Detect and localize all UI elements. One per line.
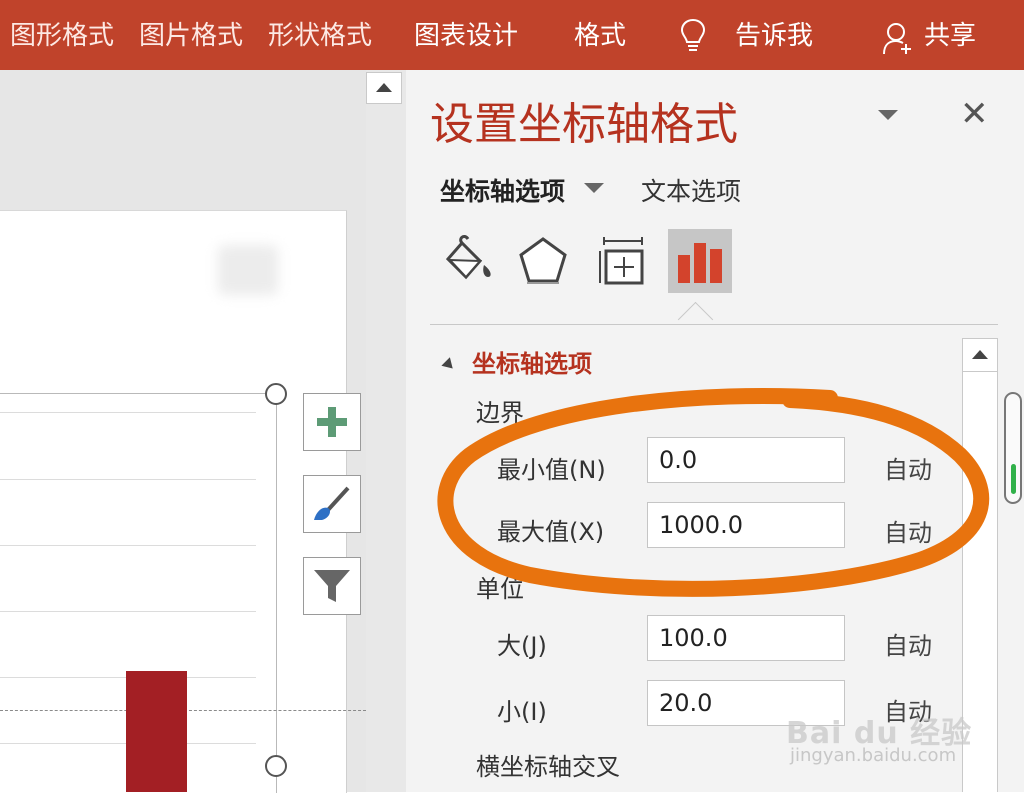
section-axis-options[interactable]: 坐标轴选项 <box>441 344 592 379</box>
pane-scroll-up-button[interactable] <box>962 338 998 372</box>
maximum-label: 最大值(X) <box>497 518 605 546</box>
minor-unit-label: 小(I) <box>497 698 547 726</box>
arrow-up-icon <box>972 350 988 360</box>
resize-handle-top-right[interactable] <box>265 383 287 405</box>
minimum-auto-button[interactable]: 自动 <box>884 450 932 485</box>
tab-chart-design[interactable]: 图表设计 <box>414 0 518 70</box>
major-unit-input[interactable] <box>647 615 845 661</box>
pane-divider <box>430 324 998 325</box>
maximum-auto-button[interactable]: 自动 <box>884 513 932 548</box>
units-label: 单位 <box>476 575 524 603</box>
horizontal-axis-crosses-label: 横坐标轴交叉 <box>476 753 620 781</box>
share-button[interactable]: 共享 <box>924 0 976 70</box>
tab-picture-format[interactable]: 图片格式 <box>139 0 243 70</box>
gridline <box>0 611 256 612</box>
section-title: 坐标轴选项 <box>472 350 592 378</box>
axis-options-button[interactable] <box>668 229 732 293</box>
outer-scrollbar[interactable] <box>1004 392 1022 504</box>
chevron-down-icon[interactable] <box>584 183 604 193</box>
watermark-url: jingyan.baidu.com <box>790 745 957 766</box>
tell-me-label[interactable]: 告诉我 <box>735 0 813 70</box>
resize-handle-right[interactable] <box>265 755 287 777</box>
tab-graphics-format[interactable]: 图形格式 <box>10 0 114 70</box>
effects-button[interactable] <box>511 229 575 293</box>
filter-icon <box>314 570 350 602</box>
tab-axis-options[interactable]: 坐标轴选项 <box>440 172 565 208</box>
chart-filters-button[interactable] <box>303 557 361 615</box>
tab-shape-format[interactable]: 形状格式 <box>268 0 372 70</box>
lightbulb-icon[interactable] <box>680 18 706 54</box>
gridline <box>0 412 256 413</box>
tab-text-options[interactable]: 文本选项 <box>641 172 741 208</box>
document-scrollbar[interactable] <box>366 70 406 792</box>
chart-bar[interactable] <box>126 671 187 792</box>
effects-pentagon-icon <box>519 237 567 284</box>
maximum-bound-input[interactable] <box>647 502 845 548</box>
scroll-thumb[interactable] <box>1011 464 1016 494</box>
fill-line-icon <box>445 235 491 280</box>
minimum-label: 最小值(N) <box>497 456 606 484</box>
ribbon: 图形格式 图片格式 形状格式 图表设计 格式 告诉我 共享 <box>0 0 1024 70</box>
gridline <box>0 545 256 546</box>
brush-icon <box>314 486 350 520</box>
tab-format[interactable]: 格式 <box>574 0 626 70</box>
arrow-up-icon <box>376 83 392 93</box>
size-properties-icon <box>599 237 644 285</box>
close-icon[interactable]: ✕ <box>960 94 989 134</box>
fill-line-button[interactable] <box>434 229 498 293</box>
axis-options-chart-icon <box>678 243 722 283</box>
gridline <box>0 479 256 480</box>
slide-image-fragment <box>218 245 278 295</box>
pane-title: 设置坐标轴格式 <box>430 99 738 150</box>
major-unit-label: 大(J) <box>497 632 547 660</box>
chart-elements-button[interactable] <box>303 393 361 451</box>
chart-styles-button[interactable] <box>303 475 361 533</box>
major-auto-button[interactable]: 自动 <box>884 626 932 661</box>
size-properties-button[interactable] <box>592 229 656 293</box>
pane-options-dropdown-icon[interactable] <box>878 110 898 120</box>
person-add-icon[interactable] <box>882 22 914 56</box>
bounds-label: 边界 <box>476 399 524 427</box>
plus-icon <box>317 407 347 437</box>
minimum-bound-input[interactable] <box>647 437 845 483</box>
scroll-up-button[interactable] <box>366 72 402 104</box>
